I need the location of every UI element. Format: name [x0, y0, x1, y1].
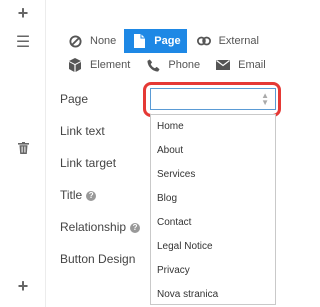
link-text-label: Link text	[60, 124, 105, 138]
link-type-page-label: Page	[154, 35, 181, 47]
envelope-icon	[214, 60, 232, 70]
dropdown-option[interactable]: Services	[151, 163, 275, 187]
link-icon	[195, 36, 213, 46]
dropdown-option[interactable]: Privacy	[151, 259, 275, 283]
link-type-row-2: Element Phone Email	[60, 53, 274, 77]
link-type-none-label: None	[90, 35, 117, 47]
link-target-label: Link target	[60, 156, 117, 170]
dropdown-option[interactable]: About	[151, 139, 275, 163]
add-block-icon[interactable]: +	[0, 3, 46, 24]
title-label: Title	[60, 188, 83, 202]
relationship-label: Relationship	[60, 220, 127, 234]
link-type-external-label: External	[218, 35, 259, 47]
phone-icon	[144, 58, 162, 72]
page-select[interactable]: ▲ ▼	[150, 88, 276, 110]
link-type-external[interactable]: External	[189, 29, 265, 53]
link-type-element[interactable]: Element	[60, 53, 136, 77]
dropdown-option[interactable]: Nova stranica	[151, 283, 275, 307]
button-design-label: Button Design	[60, 252, 136, 266]
dropdown-option[interactable]: Blog	[151, 187, 275, 211]
link-type-email-label: Email	[238, 59, 266, 71]
dropdown-option[interactable]: Contact	[151, 211, 275, 235]
page-field-label: Page	[60, 92, 89, 106]
page-dropdown-list: Home About Services Blog Contact Legal N…	[150, 114, 276, 305]
title-field: Title?	[60, 188, 97, 202]
relationship-field: Relationship?	[60, 220, 141, 234]
dropdown-option[interactable]: Home	[151, 115, 275, 139]
link-type-row-1: None Page External	[60, 29, 267, 53]
dropdown-option[interactable]: Legal Notice	[151, 235, 275, 259]
select-arrows-icon: ▲ ▼	[261, 91, 269, 107]
link-type-none[interactable]: None	[60, 29, 122, 53]
left-rail: + ☰ +	[0, 0, 46, 307]
help-icon[interactable]: ?	[86, 191, 97, 201]
link-type-phone-label: Phone	[168, 59, 201, 71]
link-type-element-label: Element	[90, 59, 131, 71]
link-type-email[interactable]: Email	[208, 53, 272, 77]
add-block-bottom-icon[interactable]: +	[0, 276, 46, 297]
cube-icon	[66, 58, 84, 72]
trash-icon[interactable]	[0, 141, 46, 159]
link-type-page[interactable]: Page	[124, 29, 187, 53]
link-type-phone[interactable]: Phone	[138, 53, 206, 77]
link-settings-panel: None Page External Element Phone Email P…	[46, 0, 308, 307]
drag-handle-icon[interactable]: ☰	[0, 32, 46, 52]
ban-icon	[66, 34, 84, 48]
relationship-help-icon[interactable]: ?	[130, 223, 141, 233]
page-icon	[130, 34, 148, 48]
